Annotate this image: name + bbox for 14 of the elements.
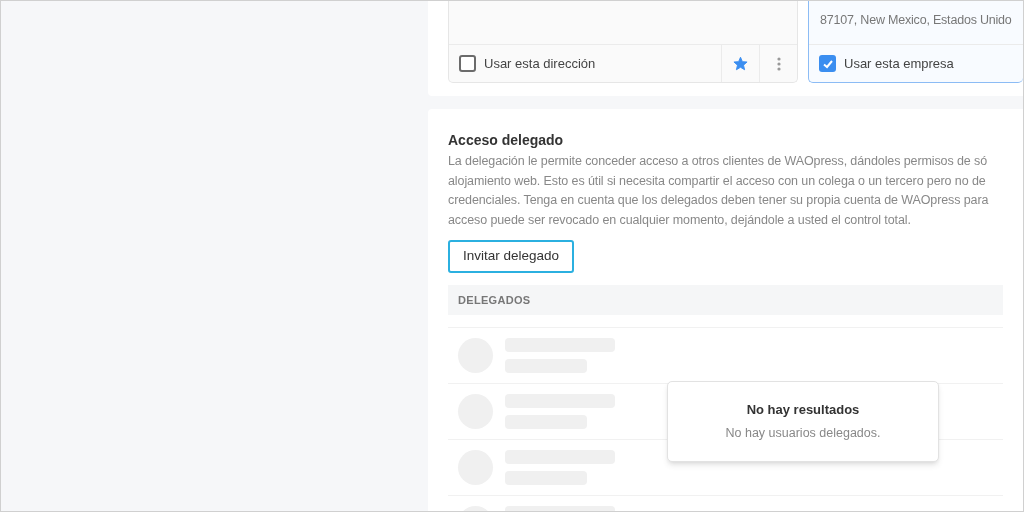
description-text: acceso puede ser revocado en cualquier momento, dejándole a usted el control total.	[448, 211, 911, 229]
description-text: credenciales. Tenga en cuenta que los delegados deben tener su propia cuenta de WAOpress para	[448, 192, 989, 209]
checkbox[interactable]	[459, 55, 476, 72]
checkbox-label: Usar esta empresa	[844, 54, 954, 73]
description-text: La delegación le permite conceder acceso a otros clientes de WAOpress, dándoles permisos de só	[448, 153, 988, 170]
empty-state-message: No hay usuarios delegados.	[725, 424, 881, 442]
section-title: Acceso delegado	[448, 131, 564, 149]
empty-state-title: No hay resultados	[746, 401, 860, 420]
checkbox[interactable]	[819, 55, 836, 72]
column-header: DELEGADOS	[458, 292, 531, 308]
checkbox-label: Usar esta dirección	[484, 54, 596, 73]
invite-button[interactable]: Invitar delegado	[448, 240, 575, 273]
description-text: alojamiento web. Esto es útil si necesita compartir el acceso con un colega o un tercero pero no de	[448, 172, 986, 190]
address-text: 87107, New Mexico, Estados Unido	[820, 13, 1012, 27]
